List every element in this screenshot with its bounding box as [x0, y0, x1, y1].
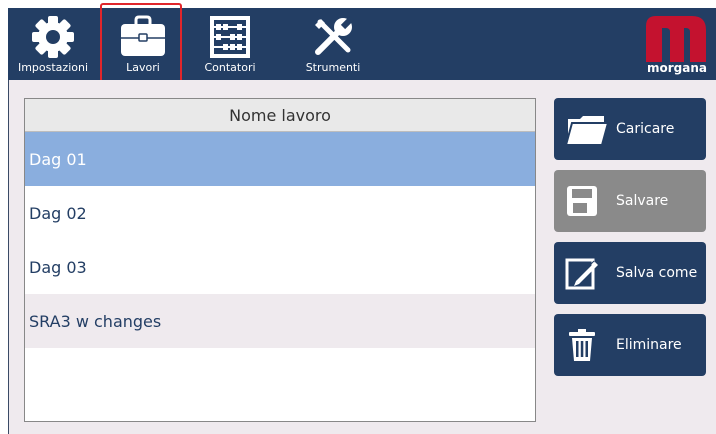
jobs-table-header: Nome lavoro — [25, 99, 535, 132]
edit-pencil-icon — [565, 258, 598, 290]
load-button[interactable]: Caricare — [554, 98, 706, 160]
logo-mark — [646, 16, 706, 62]
abacus-icon — [210, 16, 250, 58]
tools-icon — [315, 15, 355, 55]
table-row[interactable]: Dag 02 — [25, 186, 535, 240]
trash-icon — [569, 329, 595, 361]
load-label: Caricare — [616, 121, 675, 137]
delete-button[interactable]: Eliminare — [554, 314, 706, 376]
nav-label-impostazioni: Impostazioni — [17, 61, 89, 74]
nav-strumenti[interactable]: Strumenti — [290, 8, 376, 80]
save-button[interactable]: Salvare — [554, 170, 706, 232]
jobs-table: Nome lavoro Dag 01 Dag 02 Dag 03 SRA3 w … — [24, 98, 536, 422]
save-as-button[interactable]: Salva come — [554, 242, 706, 304]
nav-label-strumenti: Strumenti — [305, 61, 361, 74]
nav-label-contatori: Contatori — [204, 61, 256, 74]
app-window: Impostazioni Lavori Contatori Strumenti … — [0, 0, 716, 434]
save-label: Salvare — [616, 193, 669, 209]
morgana-logo: morgana — [644, 12, 710, 78]
nav-contatori[interactable]: Contatori — [192, 8, 268, 80]
folder-icon — [564, 116, 610, 146]
delete-label: Eliminare — [616, 337, 682, 353]
save-as-label: Salva come — [616, 265, 698, 281]
nav-impostazioni[interactable]: Impostazioni — [10, 8, 96, 80]
table-row[interactable]: SRA3 w changes — [25, 294, 535, 348]
active-tab-indicator — [100, 3, 182, 83]
floppy-disk-icon — [567, 186, 597, 216]
table-row[interactable]: Dag 01 — [25, 132, 535, 186]
gear-icon — [32, 16, 74, 58]
logo-text: morgana — [647, 61, 707, 75]
left-border — [8, 80, 9, 434]
table-row[interactable]: Dag 03 — [25, 240, 535, 294]
